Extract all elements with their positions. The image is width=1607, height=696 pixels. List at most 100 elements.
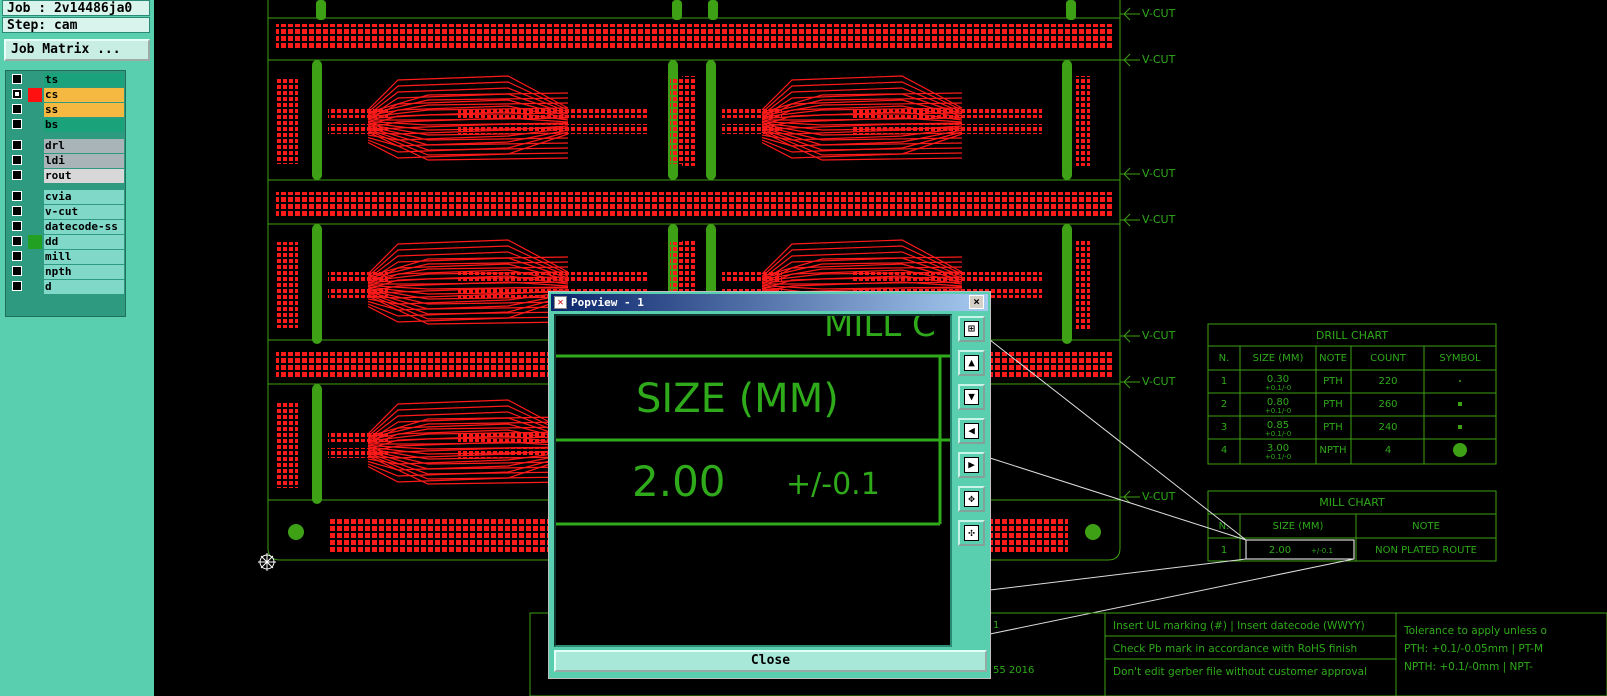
layer-color-swatch[interactable] — [28, 190, 42, 204]
job-label: Job : 2v14486ja0 — [2, 0, 150, 16]
layer-color-swatch[interactable] — [28, 235, 42, 249]
view-header: SIZE (MM) — [636, 376, 839, 422]
layer-list: ts cs ss bs drl ldi rout cvia v-cut datecode-ss dd… — [5, 70, 126, 317]
drill-cell-tol: +0.1/-0 — [1265, 453, 1291, 461]
layer-color-swatch[interactable] — [28, 205, 42, 219]
green-bar — [316, 0, 326, 20]
pan-all-icon[interactable]: ✣ — [958, 520, 985, 546]
layer-color-swatch[interactable] — [28, 154, 42, 168]
layer-name[interactable]: ts — [44, 73, 124, 87]
layer-checkbox[interactable] — [12, 221, 22, 231]
drill-cell: 3 — [1221, 422, 1227, 433]
pan-right-icon[interactable]: ▶ — [958, 452, 985, 478]
layer-color-swatch[interactable] — [28, 220, 42, 234]
layer-color-swatch[interactable] — [28, 73, 42, 87]
tolerance-line: NPTH: +0.1/-0mm | NPT- — [1404, 661, 1533, 673]
tolerance-line: Tolerance to apply unless o — [1403, 625, 1547, 637]
app-icon: ✕ — [554, 296, 567, 309]
note-line: Check Pb mark in accordance with RoHS fi… — [1113, 643, 1357, 655]
layer-name[interactable]: ldi — [44, 154, 124, 168]
note-line: Insert UL marking (#) | Insert datecode … — [1113, 620, 1365, 632]
mill-chart-header: SIZE (MM) — [1273, 521, 1324, 532]
pan-left-icon[interactable]: ◀ — [958, 418, 985, 444]
layer-row-cvia[interactable]: cvia — [8, 190, 124, 204]
drill-chart-header: COUNT — [1370, 353, 1407, 364]
pad-row — [328, 124, 388, 134]
layer-color-swatch[interactable] — [28, 250, 42, 264]
pad-column — [1076, 76, 1090, 166]
layer-name[interactable]: cvia — [44, 190, 124, 204]
layer-checkbox[interactable] — [12, 74, 22, 84]
vcut-label: V-CUT — [1142, 53, 1176, 66]
job-matrix-button[interactable]: Job Matrix ... — [4, 39, 150, 61]
layer-color-swatch[interactable] — [28, 118, 42, 132]
layer-row-datecode-ss[interactable]: datecode-ss — [8, 220, 124, 234]
close-button[interactable]: Close — [554, 650, 987, 672]
layer-row-rout[interactable]: rout — [8, 169, 124, 183]
layer-name[interactable]: rout — [44, 169, 124, 183]
layer-checkbox[interactable] — [12, 155, 22, 165]
zoom-window-icon[interactable]: ⊞ — [958, 316, 985, 342]
fiducial — [1085, 524, 1101, 540]
layer-checkbox[interactable] — [12, 236, 22, 246]
layer-row-dd[interactable]: dd — [8, 235, 124, 249]
layer-row-ss[interactable]: ss — [8, 103, 124, 117]
layer-row-mill[interactable]: mill — [8, 250, 124, 264]
layer-row-cs[interactable]: cs — [8, 88, 124, 102]
zoom-out-icon: ▼ — [964, 389, 979, 405]
layer-checkbox[interactable] — [12, 191, 22, 201]
layer-checkbox[interactable] — [12, 266, 22, 276]
layer-color-swatch[interactable] — [28, 139, 42, 153]
mill-cell-size: 2.00 — [1269, 545, 1291, 556]
pad-row — [328, 448, 388, 458]
layer-color-swatch[interactable] — [28, 280, 42, 294]
tolerance-line: PTH: +0.1/-0.05mm | PT-M — [1404, 643, 1543, 655]
layer-color-swatch[interactable] — [28, 265, 42, 279]
layer-name[interactable]: mill — [44, 250, 124, 264]
layer-checkbox[interactable] — [12, 140, 22, 150]
layer-name[interactable]: dd — [44, 235, 124, 249]
zoom-in-icon[interactable]: ▲ — [958, 350, 985, 376]
layer-row-drl[interactable]: drl — [8, 139, 124, 153]
layer-row-d[interactable]: d — [8, 280, 124, 294]
layer-checkbox[interactable] — [12, 170, 22, 180]
layer-row-v-cut[interactable]: v-cut — [8, 205, 124, 219]
drill-cell-tol: +0.1/-0 — [1265, 430, 1291, 438]
vcut-label: V-CUT — [1142, 7, 1176, 20]
layer-checkbox[interactable] — [12, 104, 22, 114]
fit-view-icon[interactable]: ✥ — [958, 486, 985, 512]
zoom-out-icon[interactable]: ▼ — [958, 384, 985, 410]
layer-name[interactable]: d — [44, 280, 124, 294]
layer-row-ldi[interactable]: ldi — [8, 154, 124, 168]
mill-chart-title: MILL CHART — [1319, 496, 1385, 509]
layer-row-ts[interactable]: ts — [8, 73, 124, 87]
layer-row-npth[interactable]: npth — [8, 265, 124, 279]
popview-dialog[interactable]: ✕ Popview - 1 × MILL C SIZE (MM) 2.00 +/… — [548, 291, 991, 679]
layer-checkbox[interactable] — [12, 89, 22, 99]
layer-name[interactable]: datecode-ss — [44, 220, 124, 234]
layer-name[interactable]: npth — [44, 265, 124, 279]
layer-color-swatch[interactable] — [28, 169, 42, 183]
layer-color-swatch[interactable] — [28, 88, 42, 102]
layer-row-bs[interactable]: bs — [8, 118, 124, 132]
zoom-window-icon: ⊞ — [964, 321, 979, 337]
layer-color-swatch[interactable] — [28, 103, 42, 117]
popview-viewport[interactable]: MILL C SIZE (MM) 2.00 +/-0.1 — [554, 314, 952, 647]
layer-checkbox[interactable] — [12, 206, 22, 216]
popview-titlebar[interactable]: ✕ Popview - 1 × — [551, 294, 988, 311]
layer-name[interactable]: drl — [44, 139, 124, 153]
drill-cell-count: 220 — [1378, 376, 1397, 387]
view-value: 2.00 — [632, 457, 726, 506]
layer-checkbox[interactable] — [12, 281, 22, 291]
layer-name[interactable]: v-cut — [44, 205, 124, 219]
drill-symbol — [1458, 425, 1462, 429]
drill-cell: 1 — [1221, 376, 1227, 387]
layer-name[interactable]: bs — [44, 118, 124, 132]
layer-checkbox[interactable] — [12, 251, 22, 261]
pan-left-icon: ◀ — [964, 423, 979, 439]
layer-name[interactable]: ss — [44, 103, 124, 117]
close-icon[interactable]: × — [969, 295, 984, 309]
layer-name[interactable]: cs — [44, 88, 124, 102]
view-tolerance: +/-0.1 — [786, 467, 880, 502]
layer-checkbox[interactable] — [12, 119, 22, 129]
